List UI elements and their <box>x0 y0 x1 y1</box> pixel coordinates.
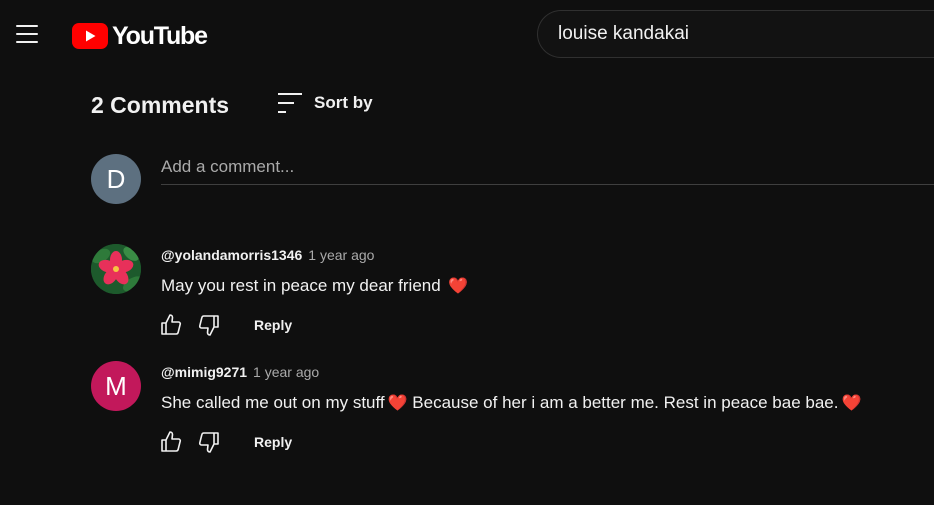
comment-text-part: She called me out on my stuff <box>161 393 385 412</box>
thumbs-up-icon <box>161 431 182 452</box>
heart-emoji: ❤️ <box>448 278 469 295</box>
logo-text: YouTube <box>112 21 208 50</box>
commenter-avatar[interactable]: M <box>91 361 141 411</box>
comment-author[interactable]: @mimig9271 <box>161 364 247 380</box>
add-comment-input[interactable]: Add a comment... <box>161 154 934 185</box>
avatar-letter: M <box>105 370 127 401</box>
comment-header: @yolandamorris1346 1 year ago <box>161 247 374 263</box>
add-comment-placeholder: Add a comment... <box>161 157 295 176</box>
dislike-button[interactable] <box>196 429 222 455</box>
flower-avatar-icon <box>91 244 141 294</box>
avatar-letter: D <box>106 163 126 194</box>
like-button[interactable] <box>158 312 184 338</box>
heart-emoji: ❤️ <box>841 395 862 412</box>
reply-button[interactable]: Reply <box>254 317 292 333</box>
comment-time[interactable]: 1 year ago <box>308 247 374 263</box>
like-button[interactable] <box>158 429 184 455</box>
youtube-play-icon <box>72 23 108 49</box>
thumbs-down-icon <box>198 315 219 336</box>
menu-icon[interactable] <box>16 25 38 43</box>
comment-text-part: Because of her i am a better me. Rest in… <box>407 393 839 412</box>
commenter-avatar[interactable] <box>91 244 141 294</box>
comment-actions: Reply <box>158 312 292 338</box>
comments-count: 2 Comments <box>91 92 230 118</box>
dislike-button[interactable] <box>196 312 222 338</box>
comment-author[interactable]: @yolandamorris1346 <box>161 247 302 263</box>
reply-button[interactable]: Reply <box>254 434 292 450</box>
comment-text: She called me out on my stuff ❤️ Because … <box>161 393 861 413</box>
search-input[interactable] <box>558 11 934 57</box>
comment-text-body: May you rest in peace my dear friend <box>161 276 441 295</box>
comment-header: @mimig9271 1 year ago <box>161 364 319 380</box>
comment-text: May you rest in peace my dear friend ❤️ <box>161 276 468 296</box>
youtube-comments-page: YouTube 2 Comments Sort by D Add a comme… <box>0 0 934 505</box>
heart-emoji: ❤️ <box>387 395 408 412</box>
sort-icon <box>278 93 302 113</box>
thumbs-down-icon <box>198 432 219 453</box>
comment-time[interactable]: 1 year ago <box>253 364 319 380</box>
sort-by-label: Sort by <box>314 93 373 112</box>
search-box[interactable] <box>537 10 934 58</box>
comment-actions: Reply <box>158 429 292 455</box>
youtube-logo[interactable]: YouTube <box>72 21 208 50</box>
thumbs-up-icon <box>161 314 182 335</box>
current-user-avatar: D <box>91 154 141 204</box>
sort-by-button[interactable]: Sort by <box>278 92 373 114</box>
